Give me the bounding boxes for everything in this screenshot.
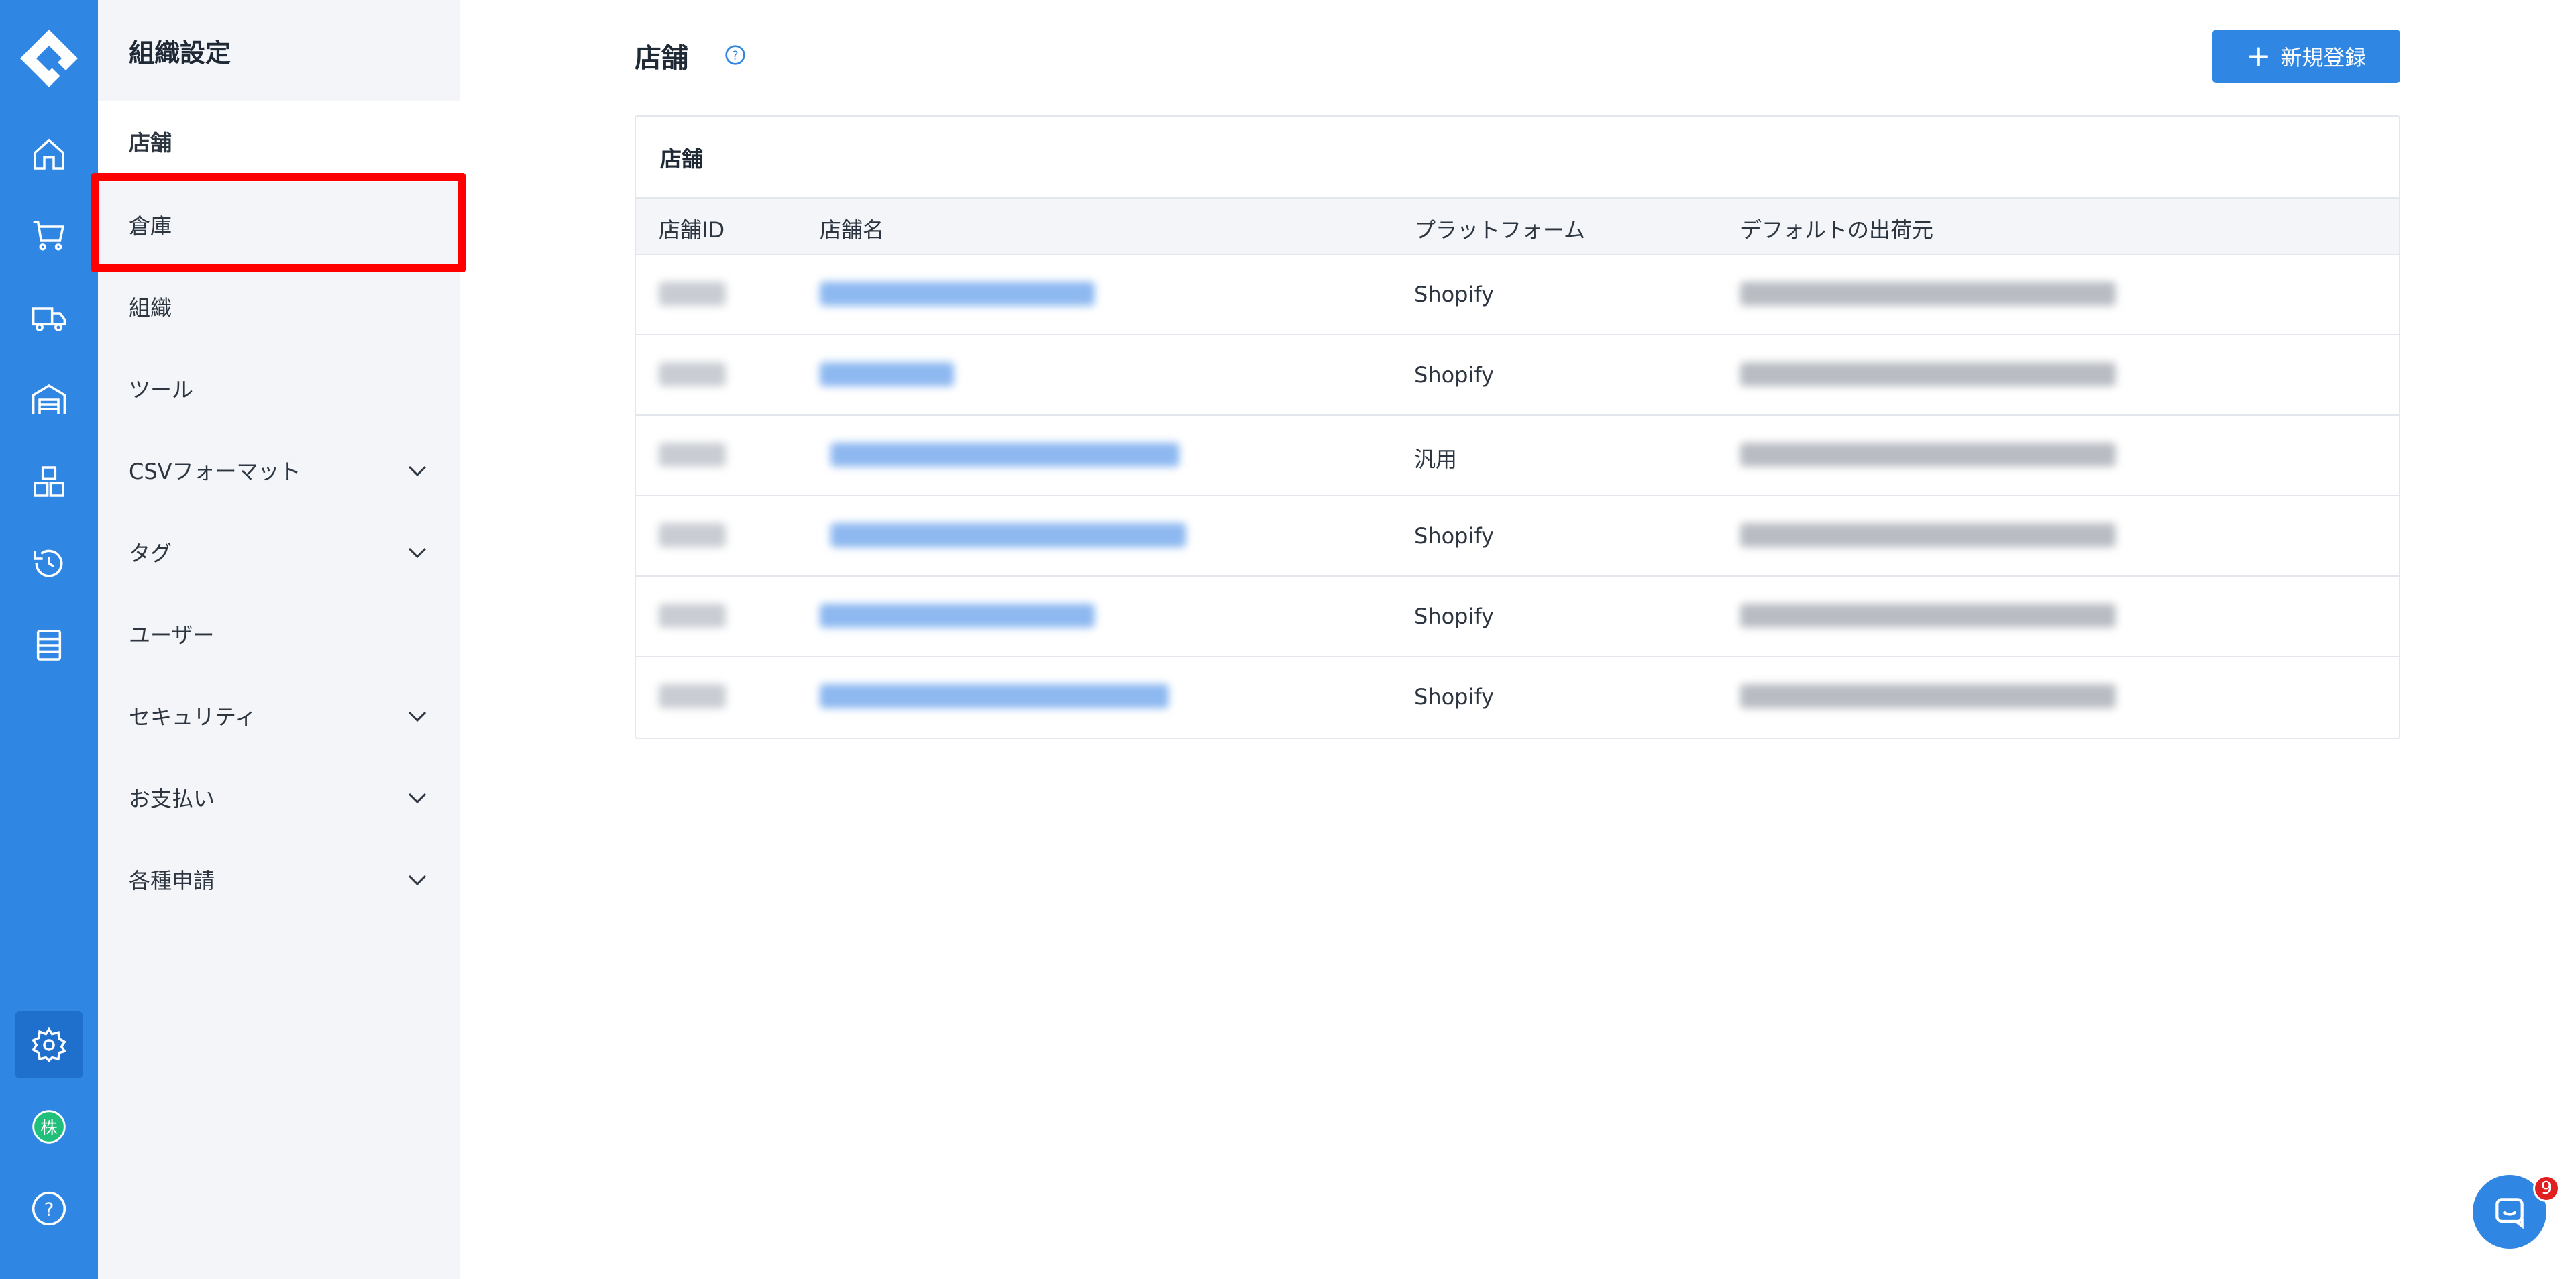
sidebar-item-tags[interactable]: タグ (98, 511, 460, 593)
sidebar-item-organization[interactable]: 組織 (98, 266, 460, 347)
chevron-down-icon (408, 793, 427, 804)
stores-card: 店舗 店舗ID 店舗名 プラットフォーム デフォルトの出荷元 Shopify S… (635, 115, 2400, 739)
default-origin-cell (1740, 604, 2116, 628)
platform-cell: Shopify (1414, 282, 1495, 307)
chat-icon (2496, 1198, 2524, 1229)
history-icon[interactable] (15, 530, 83, 597)
truck-icon[interactable] (15, 284, 83, 351)
platform-cell: 汎用 (1414, 447, 1458, 472)
sidebar-item-label: セキュリティ (129, 704, 257, 730)
new-register-label: 新規登録 (2280, 45, 2367, 70)
store-id-cell (659, 362, 726, 386)
sidebar-item-label: 組織 (129, 295, 172, 321)
sidebar-item-csv-format[interactable]: CSVフォーマット (98, 429, 460, 511)
default-origin-cell (1740, 443, 2116, 467)
warehouse-icon[interactable] (15, 366, 83, 433)
chevron-down-icon (408, 875, 427, 886)
column-default-origin: デフォルトの出荷元 (1740, 217, 1934, 243)
logo-icon[interactable] (19, 28, 79, 89)
column-platform: プラットフォーム (1414, 217, 1586, 243)
platform-cell: Shopify (1414, 362, 1495, 388)
sidebar-item-label: CSVフォーマット (129, 459, 301, 484)
sidebar-item-tools[interactable]: ツール (98, 347, 460, 429)
default-origin-cell (1740, 523, 2116, 547)
help-circle-icon[interactable]: ? (724, 44, 746, 66)
table-header: 店舗ID 店舗名 プラットフォーム デフォルトの出荷元 (636, 197, 2399, 255)
chevron-down-icon (408, 465, 427, 477)
table-row[interactable]: Shopify (636, 335, 2399, 416)
icon-rail: 株 ? (0, 0, 98, 1279)
table-row[interactable]: Shopify (636, 577, 2399, 657)
platform-cell: Shopify (1414, 604, 1495, 629)
store-name-link[interactable] (830, 523, 1186, 547)
store-id-cell (659, 282, 726, 306)
default-origin-cell (1740, 282, 2116, 306)
sidebar-item-security[interactable]: セキュリティ (98, 675, 460, 757)
help-glyph: ? (732, 50, 738, 63)
store-id-cell (659, 684, 726, 708)
table-row[interactable]: Shopify (636, 496, 2399, 577)
store-name-link[interactable] (830, 443, 1179, 467)
column-store-name: 店舗名 (820, 217, 885, 243)
sidebar-item-label: 店舗 (129, 130, 172, 156)
new-register-button[interactable]: + 新規登録 (2212, 30, 2400, 83)
store-name-link[interactable] (820, 604, 1095, 628)
sidebar-item-label: 各種申請 (129, 868, 215, 893)
chevron-down-icon (408, 711, 427, 722)
sidebar-item-label: お支払い (129, 786, 215, 812)
default-origin-cell (1740, 362, 2116, 386)
list-icon[interactable] (15, 612, 83, 679)
store-id-cell (659, 523, 726, 547)
highlight-box (91, 173, 466, 272)
boxes-icon[interactable] (15, 448, 83, 515)
company-icon[interactable]: 株 (15, 1093, 83, 1160)
settings-icon[interactable] (15, 1011, 83, 1078)
help-glyph: ? (44, 1199, 54, 1221)
sidebar-item-label: ツール (129, 377, 194, 402)
table-row[interactable]: Shopify (636, 657, 2399, 738)
store-id-cell (659, 443, 726, 467)
sidebar-item-label: ユーザー (129, 622, 215, 648)
sidebar-item-label: タグ (129, 541, 172, 566)
sidebar-item-users[interactable]: ユーザー (98, 593, 460, 675)
platform-cell: Shopify (1414, 684, 1495, 710)
sidebar-title: 組織設定 (129, 38, 231, 68)
store-name-link[interactable] (820, 684, 1169, 708)
home-icon[interactable] (15, 121, 83, 188)
notification-badge: 9 (2533, 1175, 2560, 1202)
plus-icon: + (2246, 39, 2271, 73)
cart-icon[interactable] (15, 203, 83, 270)
sidebar-item-payment[interactable]: お支払い (98, 757, 460, 838)
sidebar-item-applications[interactable]: 各種申請 (98, 838, 460, 920)
card-title: 店舗 (660, 146, 704, 172)
page-title: 店舗 (635, 43, 688, 74)
store-name-link[interactable] (820, 362, 954, 386)
store-name-link[interactable] (820, 282, 1095, 306)
default-origin-cell (1740, 684, 2116, 708)
column-store-id: 店舗ID (659, 217, 725, 243)
help-icon[interactable]: ? (15, 1175, 83, 1242)
table-row[interactable]: Shopify (636, 255, 2399, 335)
platform-cell: Shopify (1414, 523, 1495, 549)
chevron-down-icon (408, 547, 427, 559)
company-glyph: 株 (40, 1119, 58, 1139)
sidebar-item-stores[interactable]: 店舗 (98, 101, 460, 182)
store-id-cell (659, 604, 726, 628)
table-row[interactable]: 汎用 (636, 416, 2399, 496)
